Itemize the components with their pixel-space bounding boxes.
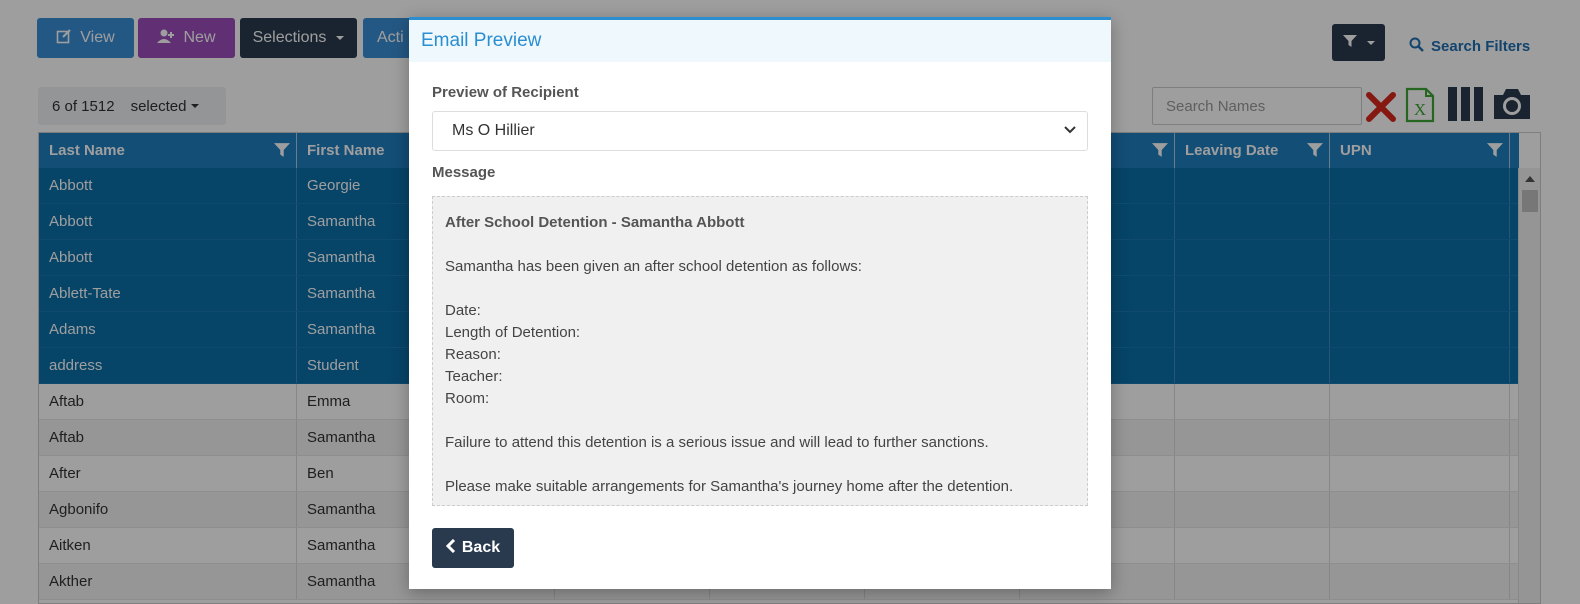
modal-body: Preview of Recipient Ms O Hillier Messag… (409, 84, 1111, 568)
message-intro: Samantha has been given an after school … (445, 258, 862, 275)
chevron-down-icon (1063, 122, 1077, 140)
recipient-value: Ms O Hillier (452, 122, 535, 139)
message-subject: After School Detention - Samantha Abbott (445, 214, 745, 231)
message-arrangements: Please make suitable arrangements for Sa… (445, 478, 1014, 495)
message-field: Date: (445, 302, 481, 319)
message-warning: Failure to attend this detention is a se… (445, 434, 989, 451)
modal-title: Email Preview (421, 30, 542, 51)
message-field: Length of Detention: (445, 324, 581, 341)
modal-header: Email Preview (409, 20, 1111, 62)
message-field: Teacher: (445, 368, 503, 385)
back-button-label: Back (461, 539, 501, 556)
recipient-label: Preview of Recipient (432, 84, 579, 101)
chevron-left-icon (445, 538, 456, 558)
back-button[interactable]: Back (432, 528, 514, 568)
message-preview: After School Detention - Samantha Abbott… (432, 196, 1088, 506)
message-field: Room: (445, 390, 490, 407)
email-preview-modal: Email Preview Preview of Recipient Ms O … (409, 17, 1111, 589)
recipient-select[interactable]: Ms O Hillier (432, 111, 1088, 151)
message-field: Reason: (445, 346, 501, 363)
message-label: Message (432, 164, 496, 181)
